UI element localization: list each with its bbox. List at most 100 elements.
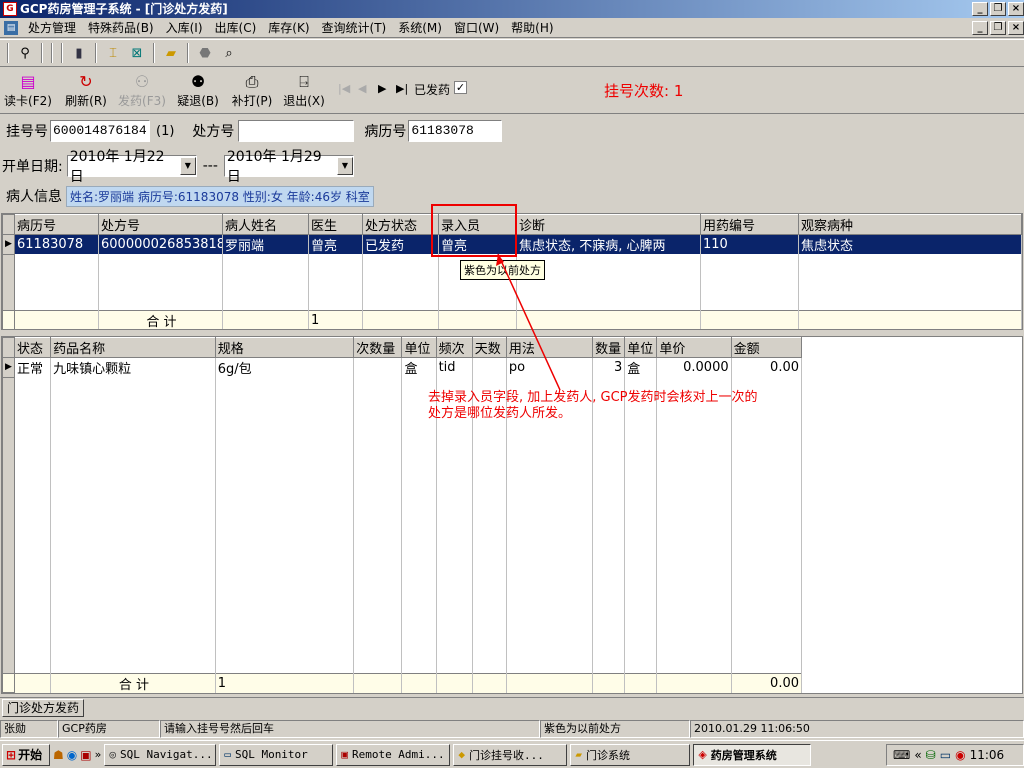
dropdown-arrow-icon[interactable]: ▼: [336, 157, 353, 175]
cell-rx-status[interactable]: 已发药: [362, 234, 439, 254]
exit-button[interactable]: ⍈ 退出(X): [278, 72, 330, 109]
monitor-tray-icon[interactable]: ▭: [940, 748, 951, 762]
col-pack-unit[interactable]: 单位: [624, 337, 658, 358]
col-rx-no[interactable]: 处方号: [98, 214, 223, 235]
prev-record-icon[interactable]: ◀: [358, 82, 366, 95]
col-quantity[interactable]: 数量: [592, 337, 626, 358]
cell-doctor[interactable]: 曾亮: [308, 234, 363, 254]
first-record-icon[interactable]: |◀: [338, 82, 350, 95]
cell-drug-name[interactable]: 九味镇心颗粒: [50, 357, 216, 377]
thermometer-icon[interactable]: ⌶: [102, 42, 124, 64]
clock[interactable]: 11:06: [970, 748, 1005, 762]
cell-pack-unit[interactable]: 盒: [624, 357, 658, 377]
keyboard-icon[interactable]: ⌨: [893, 748, 910, 762]
quicklaunch-ie-icon[interactable]: ◉: [67, 748, 77, 762]
mdi-restore-button[interactable]: ❐: [990, 21, 1006, 35]
col-observation[interactable]: 观察病种: [798, 214, 1022, 235]
minimize-button[interactable]: _: [972, 2, 988, 16]
cell-med-code[interactable]: 110: [700, 234, 799, 254]
stop-icon[interactable]: ⬣: [194, 42, 216, 64]
reg-no-field[interactable]: 600014876184: [50, 120, 150, 142]
tray-expand-icon[interactable]: «: [914, 748, 921, 762]
tab-outpatient-dispense[interactable]: 门诊处方发药: [2, 699, 85, 717]
col-med-code[interactable]: 用药编号: [700, 214, 799, 235]
quicklaunch-more-icon[interactable]: »: [95, 748, 102, 761]
col-dose-qty[interactable]: 次数量: [353, 337, 403, 358]
cell-amount[interactable]: 0.00: [731, 357, 803, 377]
refresh-button[interactable]: ↻ 刷新(R): [60, 72, 112, 109]
cell-quantity[interactable]: 3: [592, 357, 626, 377]
reprint-button[interactable]: ⎙ 补打(P): [226, 72, 278, 109]
col-rx-status[interactable]: 处方状态: [362, 214, 439, 235]
col-status[interactable]: 状态: [14, 337, 52, 358]
menu-query[interactable]: 查询统计(T): [316, 19, 393, 37]
cell-unit[interactable]: 盒: [401, 357, 437, 377]
start-button[interactable]: ⊞ 开始: [2, 743, 50, 766]
col-doctor[interactable]: 医生: [308, 214, 363, 235]
magnifier-icon[interactable]: ⌕: [218, 42, 240, 64]
mdi-child-icon[interactable]: ▤: [4, 20, 18, 35]
toolbar-separator: [61, 43, 63, 63]
patient-row: 病人信息 姓名:罗丽端 病历号:61183078 性别:女 年龄:46岁 科室: [6, 184, 374, 208]
col-spec[interactable]: 规格: [214, 337, 355, 358]
cell-status[interactable]: 正常: [14, 357, 52, 377]
return-button[interactable]: ⚉ 疑退(B): [172, 72, 224, 109]
close-button[interactable]: ×: [1008, 2, 1024, 16]
trash-icon[interactable]: ▮: [68, 42, 90, 64]
quicklaunch-tool-icon[interactable]: ▣: [80, 748, 91, 762]
cell-rx-no[interactable]: 600000026853818: [98, 234, 223, 254]
col-drug-name[interactable]: 药品名称: [50, 337, 216, 358]
task-sql-monitor[interactable]: ▭ SQL Monitor: [219, 743, 334, 766]
task-pharmacy-system[interactable]: ◈ 药房管理系统: [693, 743, 812, 766]
task-registration[interactable]: ◆ 门诊挂号收...: [453, 743, 568, 766]
col-diagnosis[interactable]: 诊断: [516, 214, 701, 235]
dropdown-arrow-icon[interactable]: ▼: [179, 157, 196, 175]
menu-system[interactable]: 系统(M): [392, 19, 448, 37]
record-no-field[interactable]: 61183078: [408, 120, 503, 142]
col-unit-price[interactable]: 单价: [656, 337, 732, 358]
cell-observation[interactable]: 焦虑状态: [798, 234, 1022, 254]
rx-no-field[interactable]: [238, 120, 355, 142]
date-to-picker[interactable]: 2010年 1月29日 ▼: [223, 149, 354, 185]
last-record-icon[interactable]: ▶|: [396, 82, 408, 95]
patient-label: 病人信息: [6, 189, 62, 205]
col-patient-name[interactable]: 病人姓名: [222, 214, 309, 235]
quicklaunch-app-icon[interactable]: ☗: [53, 748, 64, 762]
cross-box-icon[interactable]: ⊠: [126, 42, 148, 64]
dispense-button[interactable]: ⚇ 发药(F3): [116, 72, 168, 109]
cell-record-no[interactable]: 61183078: [14, 234, 99, 254]
cell-patient-name[interactable]: 罗丽端: [222, 234, 309, 254]
menu-inventory[interactable]: 库存(K): [262, 19, 315, 37]
menu-stock-out[interactable]: 出库(C): [209, 19, 263, 37]
menu-help[interactable]: 帮助(H): [505, 19, 559, 37]
col-frequency[interactable]: 频次: [435, 337, 473, 358]
next-record-icon[interactable]: ▶: [378, 82, 386, 95]
task-remote-admin[interactable]: ▣ Remote Admi...: [336, 743, 451, 766]
dispensed-checkbox[interactable]: ✓: [454, 81, 467, 94]
date-from-picker[interactable]: 2010年 1月22日 ▼: [66, 149, 197, 185]
cell-dose-qty[interactable]: [353, 357, 403, 377]
cell-spec[interactable]: 6g/包: [215, 357, 355, 377]
col-unit[interactable]: 单位: [401, 337, 437, 358]
col-record-no[interactable]: 病历号: [14, 214, 99, 235]
restore-button[interactable]: ❐: [990, 2, 1006, 16]
menu-prescription[interactable]: 处方管理: [22, 19, 82, 37]
folder-icon[interactable]: ▰: [160, 42, 182, 64]
cell-frequency[interactable]: tid: [436, 357, 473, 377]
mdi-close-button[interactable]: ×: [1008, 21, 1024, 35]
task-outpatient-system[interactable]: ▰ 门诊系统: [570, 743, 691, 766]
antivirus-icon[interactable]: ◉: [955, 748, 965, 762]
task-label: Remote Admi...: [351, 748, 445, 761]
menu-window[interactable]: 窗口(W): [448, 19, 505, 37]
col-amount[interactable]: 金额: [730, 337, 803, 358]
binoculars-icon[interactable]: ⚲: [14, 42, 36, 64]
cell-unit-price[interactable]: 0.0000: [656, 357, 732, 377]
menu-special-drugs[interactable]: 特殊药品(B): [82, 19, 160, 37]
network-icon[interactable]: ⛁: [926, 748, 936, 762]
taskbar: ⊞ 开始 ☗ ◉ ▣ » ◎ SQL Navigat... ▭ SQL Moni…: [0, 740, 1024, 768]
menu-stock-in[interactable]: 入库(I): [160, 19, 209, 37]
task-sql-navigator[interactable]: ◎ SQL Navigat...: [104, 743, 217, 766]
mdi-minimize-button[interactable]: _: [972, 21, 988, 35]
table-row[interactable]: ▶ 正常 九味镇心颗粒 6g/包 盒 tid po 3 盒 0.0000 0.0…: [2, 357, 803, 378]
read-card-button[interactable]: ▤ 读卡(F2): [2, 72, 54, 109]
